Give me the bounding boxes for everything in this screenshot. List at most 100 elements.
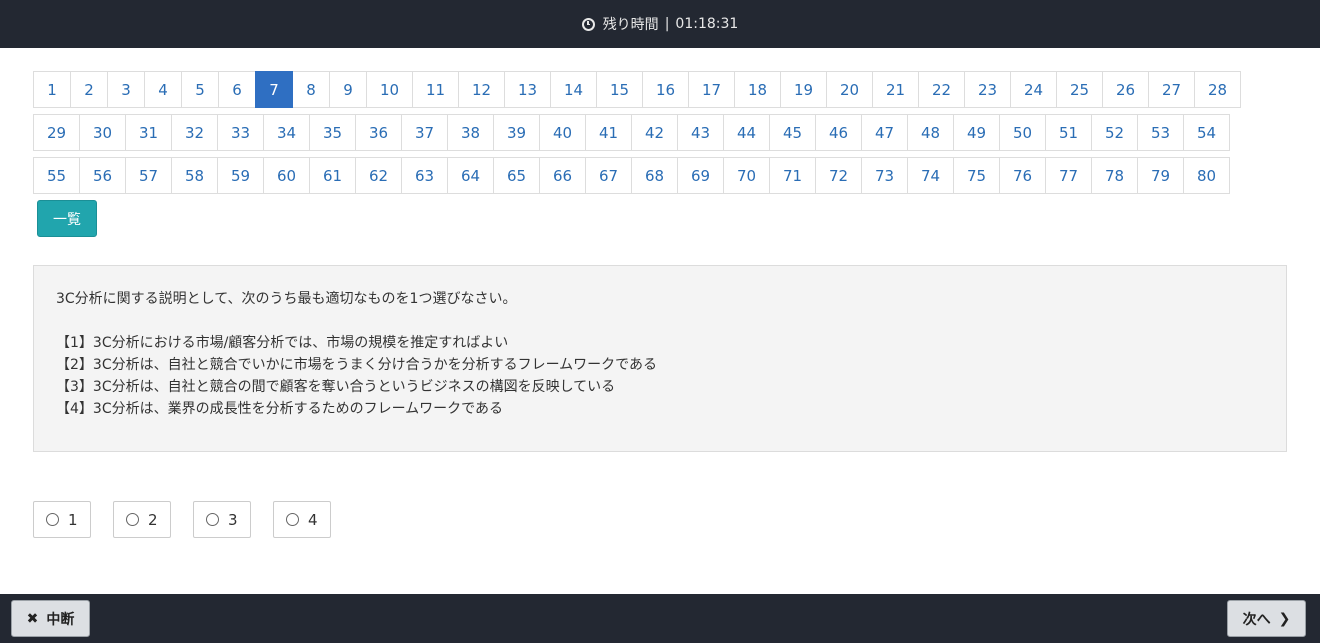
answer-choice-label: 2: [148, 510, 158, 529]
page-number-54[interactable]: 54: [1183, 114, 1230, 151]
page-number-56[interactable]: 56: [79, 157, 126, 194]
page-number-32[interactable]: 32: [171, 114, 218, 151]
page-number-60[interactable]: 60: [263, 157, 310, 194]
page-number-15[interactable]: 15: [596, 71, 643, 108]
page-number-70[interactable]: 70: [723, 157, 770, 194]
page-number-44[interactable]: 44: [723, 114, 770, 151]
answer-choice-label: 1: [68, 510, 78, 529]
next-label: 次へ: [1242, 611, 1271, 628]
page-number-62[interactable]: 62: [355, 157, 402, 194]
page-number-80[interactable]: 80: [1183, 157, 1230, 194]
page-number-61[interactable]: 61: [309, 157, 356, 194]
close-icon: ✖: [26, 610, 39, 627]
page-number-72[interactable]: 72: [815, 157, 862, 194]
page-number-43[interactable]: 43: [677, 114, 724, 151]
page-number-37[interactable]: 37: [401, 114, 448, 151]
answer-choice-3[interactable]: 3: [193, 501, 251, 538]
page-number-21[interactable]: 21: [872, 71, 919, 108]
page-number-12[interactable]: 12: [458, 71, 505, 108]
page-number-49[interactable]: 49: [953, 114, 1000, 151]
pager-row: 1 2 3 4 5 6 7 8 9 10 11 12 13 14 15 16 17 18 19 20 21 22 23 24 2…: [33, 71, 1263, 108]
page-number-11[interactable]: 11: [412, 71, 459, 108]
page-number-33[interactable]: 33: [217, 114, 264, 151]
page-number-39[interactable]: 39: [493, 114, 540, 151]
page-number-74[interactable]: 74: [907, 157, 954, 194]
page-number-63[interactable]: 63: [401, 157, 448, 194]
page-number-57[interactable]: 57: [125, 157, 172, 194]
page-number-22[interactable]: 22: [918, 71, 965, 108]
answer-choice-2[interactable]: 2: [113, 501, 171, 538]
page-number-17[interactable]: 17: [688, 71, 735, 108]
page-number-36[interactable]: 36: [355, 114, 402, 151]
page-number-31[interactable]: 31: [125, 114, 172, 151]
page-number-68[interactable]: 68: [631, 157, 678, 194]
timer-label: 残り時間: [602, 17, 659, 33]
page-number-27[interactable]: 27: [1148, 71, 1195, 108]
page-number-79[interactable]: 79: [1137, 157, 1184, 194]
page-number-7[interactable]: 7: [255, 71, 293, 108]
page-number-78[interactable]: 78: [1091, 157, 1138, 194]
page-number-51[interactable]: 51: [1045, 114, 1092, 151]
page-number-58[interactable]: 58: [171, 157, 218, 194]
page-number-29[interactable]: 29: [33, 114, 80, 151]
page-number-73[interactable]: 73: [861, 157, 908, 194]
page-number-28[interactable]: 28: [1194, 71, 1241, 108]
page-number-77[interactable]: 77: [1045, 157, 1092, 194]
page-number-40[interactable]: 40: [539, 114, 586, 151]
page-number-47[interactable]: 47: [861, 114, 908, 151]
page-number-10[interactable]: 10: [366, 71, 413, 108]
timer-separator: |: [664, 16, 670, 32]
question-option: 【4】3C分析は、業界の成長性を分析するためのフレームワークである: [56, 401, 504, 417]
page-number-65[interactable]: 65: [493, 157, 540, 194]
page-number-30[interactable]: 30: [79, 114, 126, 151]
page-number-9[interactable]: 9: [329, 71, 367, 108]
list-button[interactable]: 一覧: [37, 200, 97, 237]
page-number-50[interactable]: 50: [999, 114, 1046, 151]
page-number-64[interactable]: 64: [447, 157, 494, 194]
page-number-66[interactable]: 66: [539, 157, 586, 194]
page-number-35[interactable]: 35: [309, 114, 356, 151]
page-number-14[interactable]: 14: [550, 71, 597, 108]
page-number-67[interactable]: 67: [585, 157, 632, 194]
page-number-59[interactable]: 59: [217, 157, 264, 194]
page-number-24[interactable]: 24: [1010, 71, 1057, 108]
page-number-71[interactable]: 71: [769, 157, 816, 194]
radio-icon[interactable]: [206, 513, 219, 526]
radio-icon[interactable]: [46, 513, 59, 526]
page-number-52[interactable]: 52: [1091, 114, 1138, 151]
page-number-69[interactable]: 69: [677, 157, 724, 194]
page-number-16[interactable]: 16: [642, 71, 689, 108]
page-number-1[interactable]: 1: [33, 71, 71, 108]
page-number-20[interactable]: 20: [826, 71, 873, 108]
pause-button[interactable]: ✖ 中断: [11, 600, 90, 637]
page-number-8[interactable]: 8: [292, 71, 330, 108]
page-number-19[interactable]: 19: [780, 71, 827, 108]
page-number-53[interactable]: 53: [1137, 114, 1184, 151]
page-number-6[interactable]: 6: [218, 71, 256, 108]
page-number-2[interactable]: 2: [70, 71, 108, 108]
page-number-46[interactable]: 46: [815, 114, 862, 151]
page-number-41[interactable]: 41: [585, 114, 632, 151]
answer-choice-label: 3: [228, 510, 238, 529]
page-number-75[interactable]: 75: [953, 157, 1000, 194]
page-number-48[interactable]: 48: [907, 114, 954, 151]
page-number-26[interactable]: 26: [1102, 71, 1149, 108]
page-number-23[interactable]: 23: [964, 71, 1011, 108]
page-number-25[interactable]: 25: [1056, 71, 1103, 108]
page-number-34[interactable]: 34: [263, 114, 310, 151]
page-number-38[interactable]: 38: [447, 114, 494, 151]
page-number-55[interactable]: 55: [33, 157, 80, 194]
radio-icon[interactable]: [286, 513, 299, 526]
page-number-76[interactable]: 76: [999, 157, 1046, 194]
page-number-18[interactable]: 18: [734, 71, 781, 108]
radio-icon[interactable]: [126, 513, 139, 526]
answer-choice-4[interactable]: 4: [273, 501, 331, 538]
page-number-5[interactable]: 5: [181, 71, 219, 108]
next-button[interactable]: 次へ ❯: [1227, 600, 1306, 637]
page-number-45[interactable]: 45: [769, 114, 816, 151]
page-number-3[interactable]: 3: [107, 71, 145, 108]
answer-choice-1[interactable]: 1: [33, 501, 91, 538]
page-number-4[interactable]: 4: [144, 71, 182, 108]
page-number-42[interactable]: 42: [631, 114, 678, 151]
page-number-13[interactable]: 13: [504, 71, 551, 108]
